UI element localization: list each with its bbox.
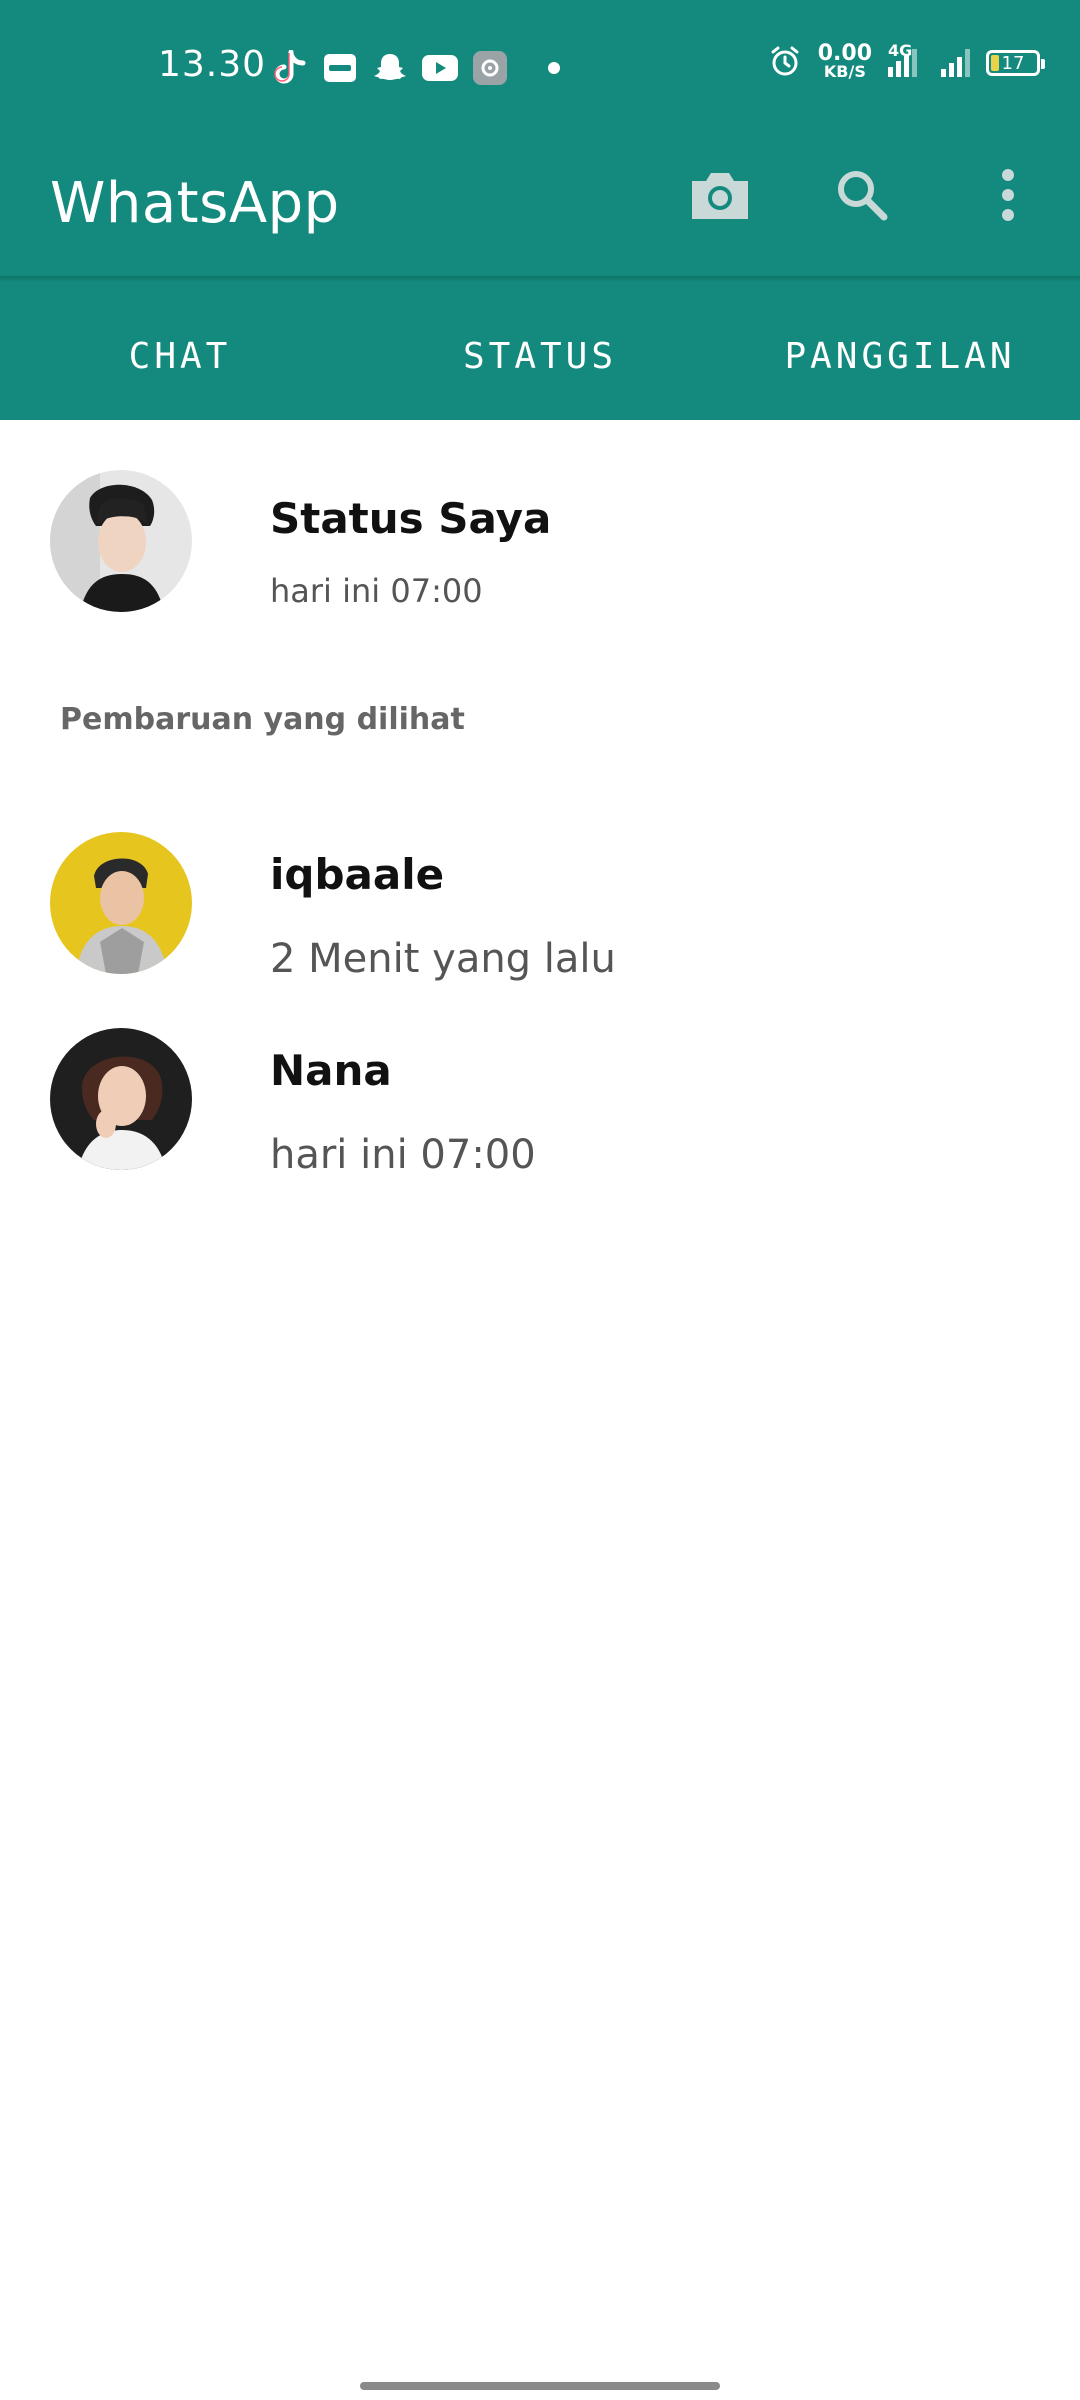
speed-value: 0.00 [817, 41, 872, 66]
avatar[interactable] [50, 832, 192, 974]
settings-icon [472, 50, 508, 86]
status-time: hari ini 07:00 [270, 572, 483, 610]
speed-unit: KB/S [823, 62, 866, 81]
contact-name: Nana [270, 1046, 392, 1095]
search-icon[interactable] [822, 155, 902, 235]
tab-bar: CHAT STATUS PANGGILAN [0, 282, 1080, 420]
my-status-row[interactable]: Status Saya hari ini 07:00 [0, 470, 1080, 640]
youtube-icon [422, 50, 458, 86]
tiktok-icon [272, 50, 308, 86]
battery-icon: 17 [986, 50, 1045, 76]
list-item[interactable]: Nana hari ini 07:00 [0, 1028, 1080, 1198]
tab-chat[interactable]: CHAT [0, 282, 360, 420]
tab-panggilan[interactable]: PANGGILAN [720, 282, 1080, 420]
snapchat-icon [372, 50, 408, 86]
status-name: Status Saya [270, 494, 552, 543]
battery-level: 17 [1001, 52, 1025, 74]
contact-name: iqbaale [270, 850, 445, 899]
status-bar: 13.30 0.00 KB/S 4G 17 [0, 0, 1080, 135]
status-time: 13.30 [158, 44, 267, 85]
home-indicator[interactable] [360, 2382, 720, 2390]
network-type: 4G [888, 41, 913, 60]
section-viewed-updates: Pembaruan yang dilihat [60, 702, 465, 737]
notification-dot [548, 62, 560, 74]
signal-4g-icon: 4G [888, 41, 917, 77]
update-time: 2 Menit yang lalu [270, 936, 616, 982]
status-indicators: 0.00 KB/S 4G 17 [768, 41, 1045, 82]
tab-status[interactable]: STATUS [360, 282, 720, 420]
top-header: 13.30 0.00 KB/S 4G 17 WhatsApp CHAT STAT… [0, 0, 1080, 420]
dana-icon [322, 50, 358, 86]
alarm-icon [768, 44, 802, 82]
avatar[interactable] [50, 1028, 192, 1170]
app-title: WhatsApp [50, 171, 340, 236]
avatar[interactable] [50, 470, 192, 612]
update-time: hari ini 07:00 [270, 1132, 536, 1178]
app-bar: WhatsApp [0, 135, 1080, 280]
notification-icons [272, 48, 560, 88]
camera-icon[interactable] [680, 155, 760, 235]
list-item[interactable]: iqbaale 2 Menit yang lalu [0, 832, 1080, 1002]
more-vert-icon[interactable] [968, 155, 1048, 235]
network-speed: 0.00 KB/S [817, 41, 872, 81]
signal-icon [941, 49, 970, 77]
